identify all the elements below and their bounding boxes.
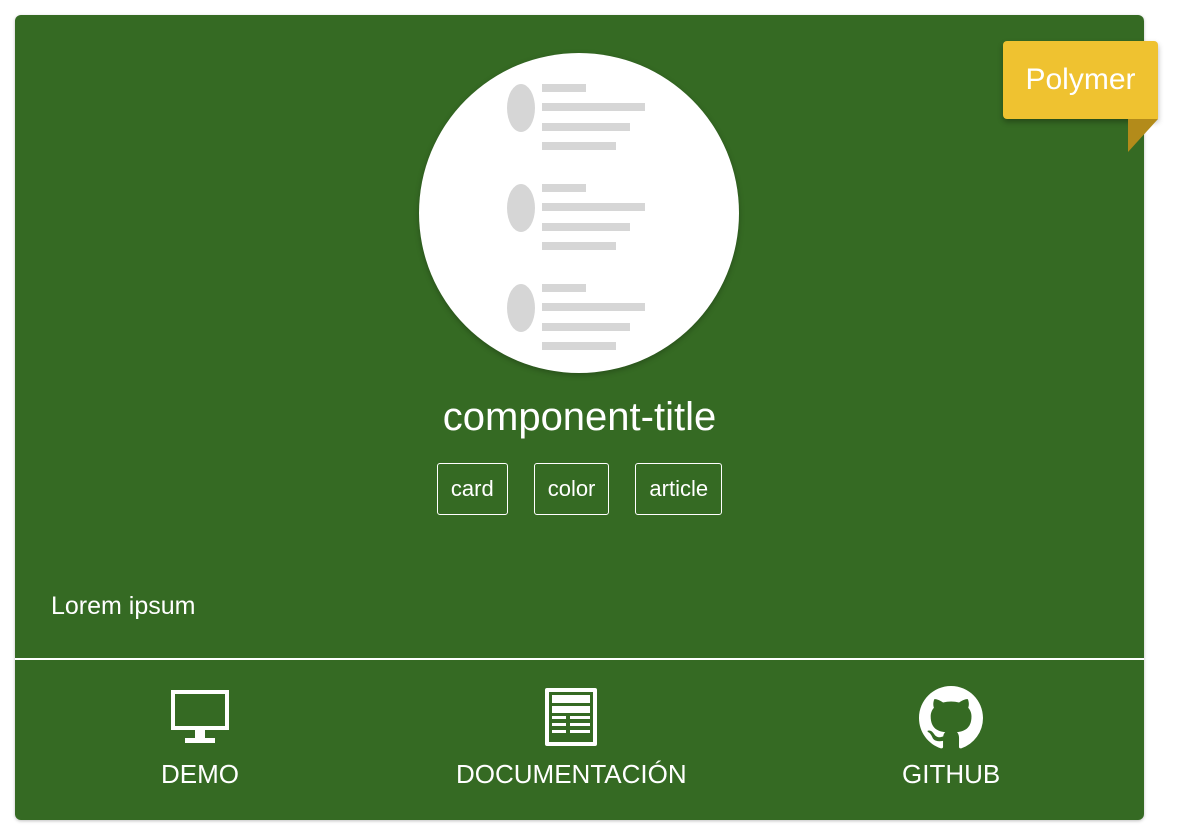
github-label: GITHUB — [902, 759, 1001, 789]
badge-fold — [1128, 119, 1158, 152]
tag-card[interactable]: card — [436, 463, 508, 515]
github-icon — [919, 686, 984, 749]
documentation-link[interactable]: DOCUMENTACIÓN — [456, 686, 687, 790]
action-bar: DEMO DOCUMENTACIÓN GITHUB — [15, 660, 1144, 820]
component-preview-image — [419, 53, 739, 373]
documentation-label: DOCUMENTACIÓN — [456, 759, 687, 789]
monitor-icon — [171, 690, 229, 743]
tag-color[interactable]: color — [533, 463, 610, 515]
component-description: Lorem ipsum — [51, 592, 196, 620]
component-card: component-title card color article Lorem… — [15, 15, 1144, 820]
tag-article[interactable]: article — [635, 463, 723, 515]
component-title: component-title — [442, 395, 717, 439]
tag-list: card color article — [15, 463, 1144, 515]
demo-link[interactable]: DEMO — [161, 686, 239, 790]
newspaper-icon — [545, 688, 598, 746]
demo-label: DEMO — [161, 759, 239, 789]
polymer-badge: Polymer — [1003, 41, 1158, 119]
github-link[interactable]: GITHUB — [902, 686, 1000, 790]
